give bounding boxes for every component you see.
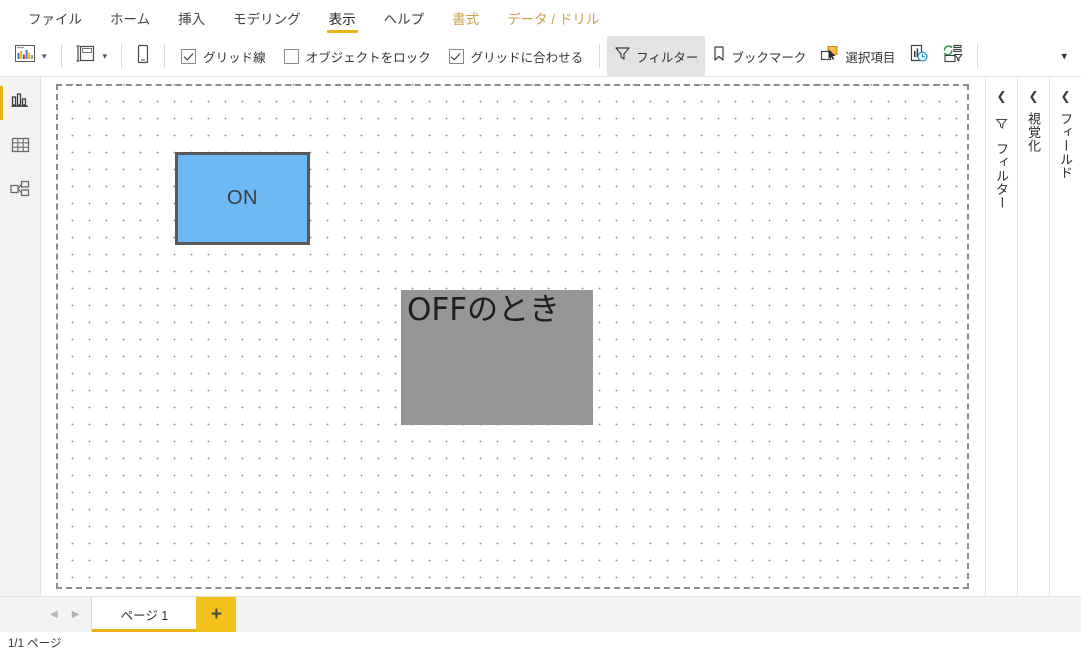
page-count-status: 1/1 ページ xyxy=(8,638,62,650)
snap-to-grid-checkbox[interactable]: グリッドに合わせる xyxy=(440,41,593,71)
view-rail-item-data[interactable] xyxy=(0,133,41,161)
performance-analyzer-button[interactable] xyxy=(902,41,935,71)
mobile-layout-button[interactable] xyxy=(129,41,157,71)
chevron-left-icon[interactable]: ❮ xyxy=(1057,87,1073,105)
gridlines-checkbox[interactable]: グリッド線 xyxy=(172,41,275,71)
selection-pane-icon xyxy=(820,45,840,68)
toolbar-divider xyxy=(60,44,62,68)
view-switcher-rail xyxy=(0,77,41,596)
add-page-button[interactable]: + xyxy=(196,597,237,632)
chevron-left-icon[interactable]: ❮ xyxy=(993,87,1009,105)
chevron-left-icon[interactable]: ❮ xyxy=(1025,87,1041,105)
selection-pane-label: 選択項目 xyxy=(845,50,896,65)
ribbon-collapse-button[interactable]: ▾ xyxy=(1055,46,1073,67)
page-tab-page1[interactable]: ページ 1 xyxy=(92,597,197,632)
filters-pane-label: フィルター xyxy=(636,50,699,65)
visualizations-pane-collapsed[interactable]: ❮ 視覚化 xyxy=(1017,77,1049,596)
report-page-canvas[interactable]: ON OFFのとき xyxy=(56,84,969,589)
status-bar: 1/1 ページ xyxy=(0,632,1081,654)
mobile-layout-icon xyxy=(136,44,150,69)
page-tab-bar: ◀ ▶ ページ 1 + xyxy=(0,596,1081,632)
ribbon-tab-view[interactable]: 表示 xyxy=(315,0,370,36)
filter-icon xyxy=(995,117,1008,135)
ribbon-tab-strip: ファイル ホーム 挿入 モデリング 表示 ヘルプ 書式 データ / ドリル xyxy=(0,0,1081,36)
sync-slicers-button[interactable] xyxy=(935,41,970,71)
performance-analyzer-icon xyxy=(909,44,928,68)
bookmarks-pane-button[interactable]: ブックマーク xyxy=(705,41,813,71)
report-bar-chart-icon xyxy=(11,92,30,114)
toolbar-divider xyxy=(977,44,979,68)
checkbox-box-gridlines[interactable] xyxy=(181,48,197,64)
ribbon-tab-file[interactable]: ファイル xyxy=(14,0,96,36)
fields-pane-title: フィールド xyxy=(1058,112,1073,180)
theme-button[interactable]: ▾ xyxy=(8,41,54,71)
gridlines-label: グリッド線 xyxy=(203,50,266,65)
view-ribbon-toolbar: ▾ ▾ グリッド線 オブジェクトをロック グリッドに合わせる フィルター ブック… xyxy=(0,35,1081,77)
chevron-down-icon: ▾ xyxy=(42,50,47,61)
snap-to-grid-label: グリッドに合わせる xyxy=(470,50,584,65)
page-view-icon xyxy=(76,44,96,68)
triangle-right-icon[interactable]: ▶ xyxy=(72,609,80,620)
ribbon-tab-modeling[interactable]: モデリング xyxy=(219,0,315,36)
checkbox-box-snap-to-grid[interactable] xyxy=(448,48,464,64)
model-relationship-icon xyxy=(10,180,30,203)
on-shape-label: ON xyxy=(227,187,258,209)
ribbon-tab-home[interactable]: ホーム xyxy=(96,0,164,36)
toolbar-divider xyxy=(121,44,123,68)
view-rail-item-model[interactable] xyxy=(0,177,41,205)
ribbon-tab-data-drill[interactable]: データ / ドリル xyxy=(493,0,613,36)
power-bi-desktop-window: ファイル ホーム 挿入 モデリング 表示 ヘルプ 書式 データ / ドリル ▾ … xyxy=(0,0,1081,654)
page-view-button[interactable]: ▾ xyxy=(69,41,115,71)
triangle-left-icon[interactable]: ◀ xyxy=(50,609,58,620)
ribbon-tab-insert[interactable]: 挿入 xyxy=(164,0,219,36)
on-shape[interactable]: ON xyxy=(175,152,310,245)
filters-pane-title: フィルター xyxy=(994,142,1009,210)
ribbon-tab-help[interactable]: ヘルプ xyxy=(370,0,439,36)
lock-objects-checkbox[interactable]: オブジェクトをロック xyxy=(275,41,440,71)
view-rail-item-report[interactable] xyxy=(0,86,41,120)
filters-pane-collapsed[interactable]: ❮ フィルター xyxy=(985,77,1017,596)
chevron-down-icon: ▾ xyxy=(102,50,108,61)
toolbar-divider xyxy=(164,44,166,68)
main-body: ON OFFのとき ❮ フィルター ❮ 視覚化 ❮ フィールド xyxy=(0,77,1081,596)
off-shape-label: OFFのとき xyxy=(407,292,561,328)
right-panes-rail: ❮ フィルター ❮ 視覚化 ❮ フィールド xyxy=(985,77,1081,596)
lock-objects-label: オブジェクトをロック xyxy=(305,50,431,65)
selection-pane-button[interactable]: 選択項目 xyxy=(813,41,902,71)
table-grid-icon xyxy=(11,136,30,159)
bookmarks-pane-label: ブックマーク xyxy=(731,50,807,65)
toolbar-divider xyxy=(599,44,601,68)
ribbon-tab-format[interactable]: 書式 xyxy=(438,0,493,36)
chevron-down-icon: ▾ xyxy=(1061,50,1067,63)
report-canvas-area[interactable]: ON OFFのとき xyxy=(41,77,985,596)
checkbox-box-lock-objects[interactable] xyxy=(283,48,299,64)
bookmark-icon xyxy=(712,45,726,68)
fields-pane-collapsed[interactable]: ❮ フィールド xyxy=(1049,77,1081,596)
visualizations-pane-title: 視覚化 xyxy=(1026,112,1041,153)
page-nav-arrows: ◀ ▶ xyxy=(38,597,93,632)
sync-slicers-icon xyxy=(942,44,963,68)
theme-chart-icon xyxy=(15,45,35,67)
filter-icon xyxy=(614,45,631,67)
filters-pane-button[interactable]: フィルター xyxy=(607,35,706,77)
off-shape[interactable]: OFFのとき xyxy=(401,290,593,425)
